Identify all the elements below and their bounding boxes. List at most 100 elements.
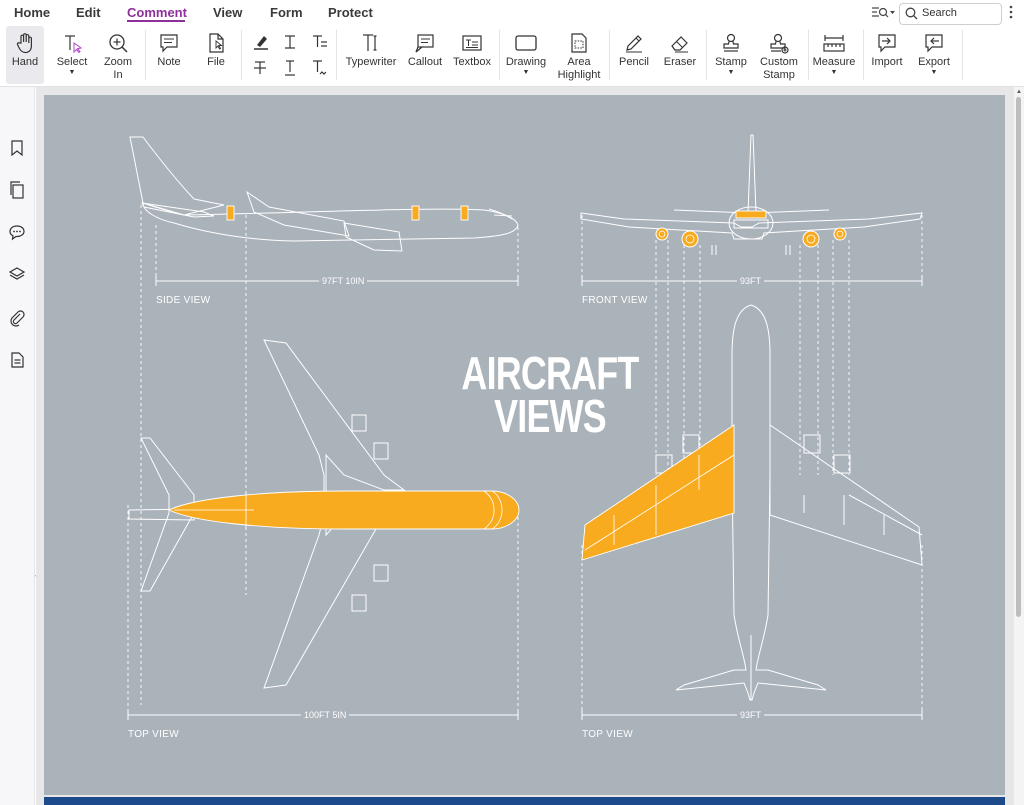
next-page-edge: [44, 797, 1005, 805]
scrollbar-thumb[interactable]: [1016, 97, 1021, 617]
more-options-icon[interactable]: [1009, 5, 1013, 24]
measure-icon: [823, 35, 845, 52]
typewriter-icon: [363, 34, 377, 51]
replace-text-icon[interactable]: [311, 33, 329, 51]
zoom-in-icon: [109, 34, 128, 53]
typewriter-label: Typewriter: [345, 56, 397, 68]
ribbon-separator: [706, 30, 707, 80]
ribbon-separator: [962, 30, 963, 80]
ribbon-separator: [863, 30, 864, 80]
import-button[interactable]: Import: [867, 26, 907, 84]
stamp-icon: [723, 33, 739, 52]
side-view-dimension: 97FT 10IN: [319, 276, 368, 286]
custom-stamp-icon: [770, 33, 789, 54]
side-view-label: SIDE VIEW: [156, 295, 211, 306]
ribbon-toolbar: Hand Select ▼ Zoom In Note File Typewrit…: [0, 26, 1024, 87]
front-view-label: FRONT VIEW: [582, 295, 648, 306]
zoom-in-button[interactable]: Zoom In: [98, 26, 138, 84]
menu-comment[interactable]: Comment: [127, 5, 187, 20]
scroll-up-arrow-icon[interactable]: ▲: [1016, 89, 1022, 95]
menu-form[interactable]: Form: [270, 5, 303, 20]
select-label: Select: [56, 56, 88, 68]
measure-dropdown-caret[interactable]: ▼: [811, 69, 857, 77]
pdf-page: AIRCRAFT VIEWS SIDE VIEW 97FT 10IN FRONT…: [44, 95, 1005, 795]
search-placeholder: Search: [922, 7, 957, 19]
pencil-label: Pencil: [619, 56, 649, 68]
highlight-text-icon[interactable]: [252, 33, 270, 51]
custom-stamp-label: Custom Stamp: [760, 56, 798, 81]
drawing-dropdown-caret[interactable]: ▼: [504, 69, 548, 77]
menu-view[interactable]: View: [213, 5, 242, 20]
search-options-icon[interactable]: [871, 5, 897, 21]
drawing-rectangle-icon: [515, 35, 537, 51]
stamp-button[interactable]: Stamp ▼: [711, 26, 751, 84]
custom-stamp-button[interactable]: Custom Stamp: [755, 26, 803, 84]
file-attachment-button[interactable]: File: [197, 26, 235, 84]
strikeout-text-icon[interactable]: [252, 59, 270, 77]
file-attach-icon: [209, 33, 224, 53]
eraser-label: Eraser: [663, 56, 697, 68]
top-view-label: TOP VIEW: [128, 729, 179, 740]
hand-tool-button[interactable]: Hand: [6, 26, 44, 84]
select-dropdown-caret[interactable]: ▼: [52, 69, 92, 77]
eraser-button[interactable]: Eraser: [660, 26, 700, 84]
area-highlight-button[interactable]: Area Highlight: [553, 26, 605, 84]
comments-icon[interactable]: [8, 223, 26, 241]
top-view-dimension: 100FT 5IN: [301, 710, 350, 720]
menu-protect[interactable]: Protect: [328, 5, 373, 20]
import-icon: [878, 34, 896, 53]
note-button[interactable]: Note: [150, 26, 188, 84]
front-view-dimension: 93FT: [737, 276, 765, 286]
poster-title-line2: VIEWS: [494, 390, 607, 442]
area-highlight-label: Area Highlight: [557, 56, 601, 81]
layers-icon[interactable]: [8, 265, 26, 283]
export-icon: [925, 34, 943, 53]
search-icon: [905, 7, 918, 25]
document-icon[interactable]: [8, 351, 26, 369]
side-view-plane: [129, 136, 519, 252]
export-button[interactable]: Export ▼: [913, 26, 955, 84]
measure-label: Measure: [812, 56, 856, 68]
pages-icon[interactable]: [8, 181, 26, 199]
typewriter-button[interactable]: Typewriter: [343, 26, 399, 84]
hand-icon: [16, 33, 32, 54]
ribbon-separator: [336, 30, 337, 80]
eraser-icon: [671, 36, 688, 53]
menu-home[interactable]: Home: [14, 5, 50, 20]
callout-icon: [415, 34, 434, 53]
note-icon: [160, 34, 178, 53]
vertical-scrollbar[interactable]: ▲: [1014, 87, 1024, 805]
textbox-button[interactable]: Textbox: [451, 26, 493, 84]
select-tool-button[interactable]: Select ▼: [52, 26, 92, 84]
pencil-icon: [626, 35, 642, 53]
pencil-button[interactable]: Pencil: [614, 26, 654, 84]
menu-edit[interactable]: Edit: [76, 5, 101, 20]
callout-button[interactable]: Callout: [405, 26, 445, 84]
stamp-dropdown-caret[interactable]: ▼: [711, 69, 751, 77]
stamp-label: Stamp: [715, 56, 747, 68]
measure-button[interactable]: Measure ▼: [811, 26, 857, 84]
attachment-icon[interactable]: [8, 309, 26, 327]
bookmark-icon[interactable]: [8, 139, 26, 157]
export-dropdown-caret[interactable]: ▼: [913, 69, 955, 77]
active-tab-underline: [127, 20, 185, 22]
top-view-right-label: TOP VIEW: [582, 729, 633, 740]
left-navigation-panel: [0, 87, 35, 805]
underline-text-icon[interactable]: [282, 59, 300, 77]
search-input[interactable]: Search: [899, 3, 1002, 25]
textbox-label: Textbox: [453, 56, 491, 68]
front-view-plane: [580, 134, 923, 255]
area-highlight-icon: [571, 33, 587, 53]
ribbon-separator: [499, 30, 500, 80]
note-label: Note: [157, 56, 181, 68]
ribbon-separator: [241, 30, 242, 80]
drawing-button[interactable]: Drawing ▼: [504, 26, 548, 84]
top-view-right-dimension: 93FT: [737, 710, 765, 720]
aircraft-blueprint-illustration: [127, 134, 923, 720]
textbox-icon: [462, 35, 482, 51]
hand-label: Hand: [11, 56, 39, 68]
ribbon-separator: [808, 30, 809, 80]
insert-text-icon[interactable]: [282, 33, 300, 51]
menu-bar: Home Edit Comment View Form Protect Sear…: [0, 0, 1024, 26]
squiggly-text-icon[interactable]: [311, 59, 329, 77]
